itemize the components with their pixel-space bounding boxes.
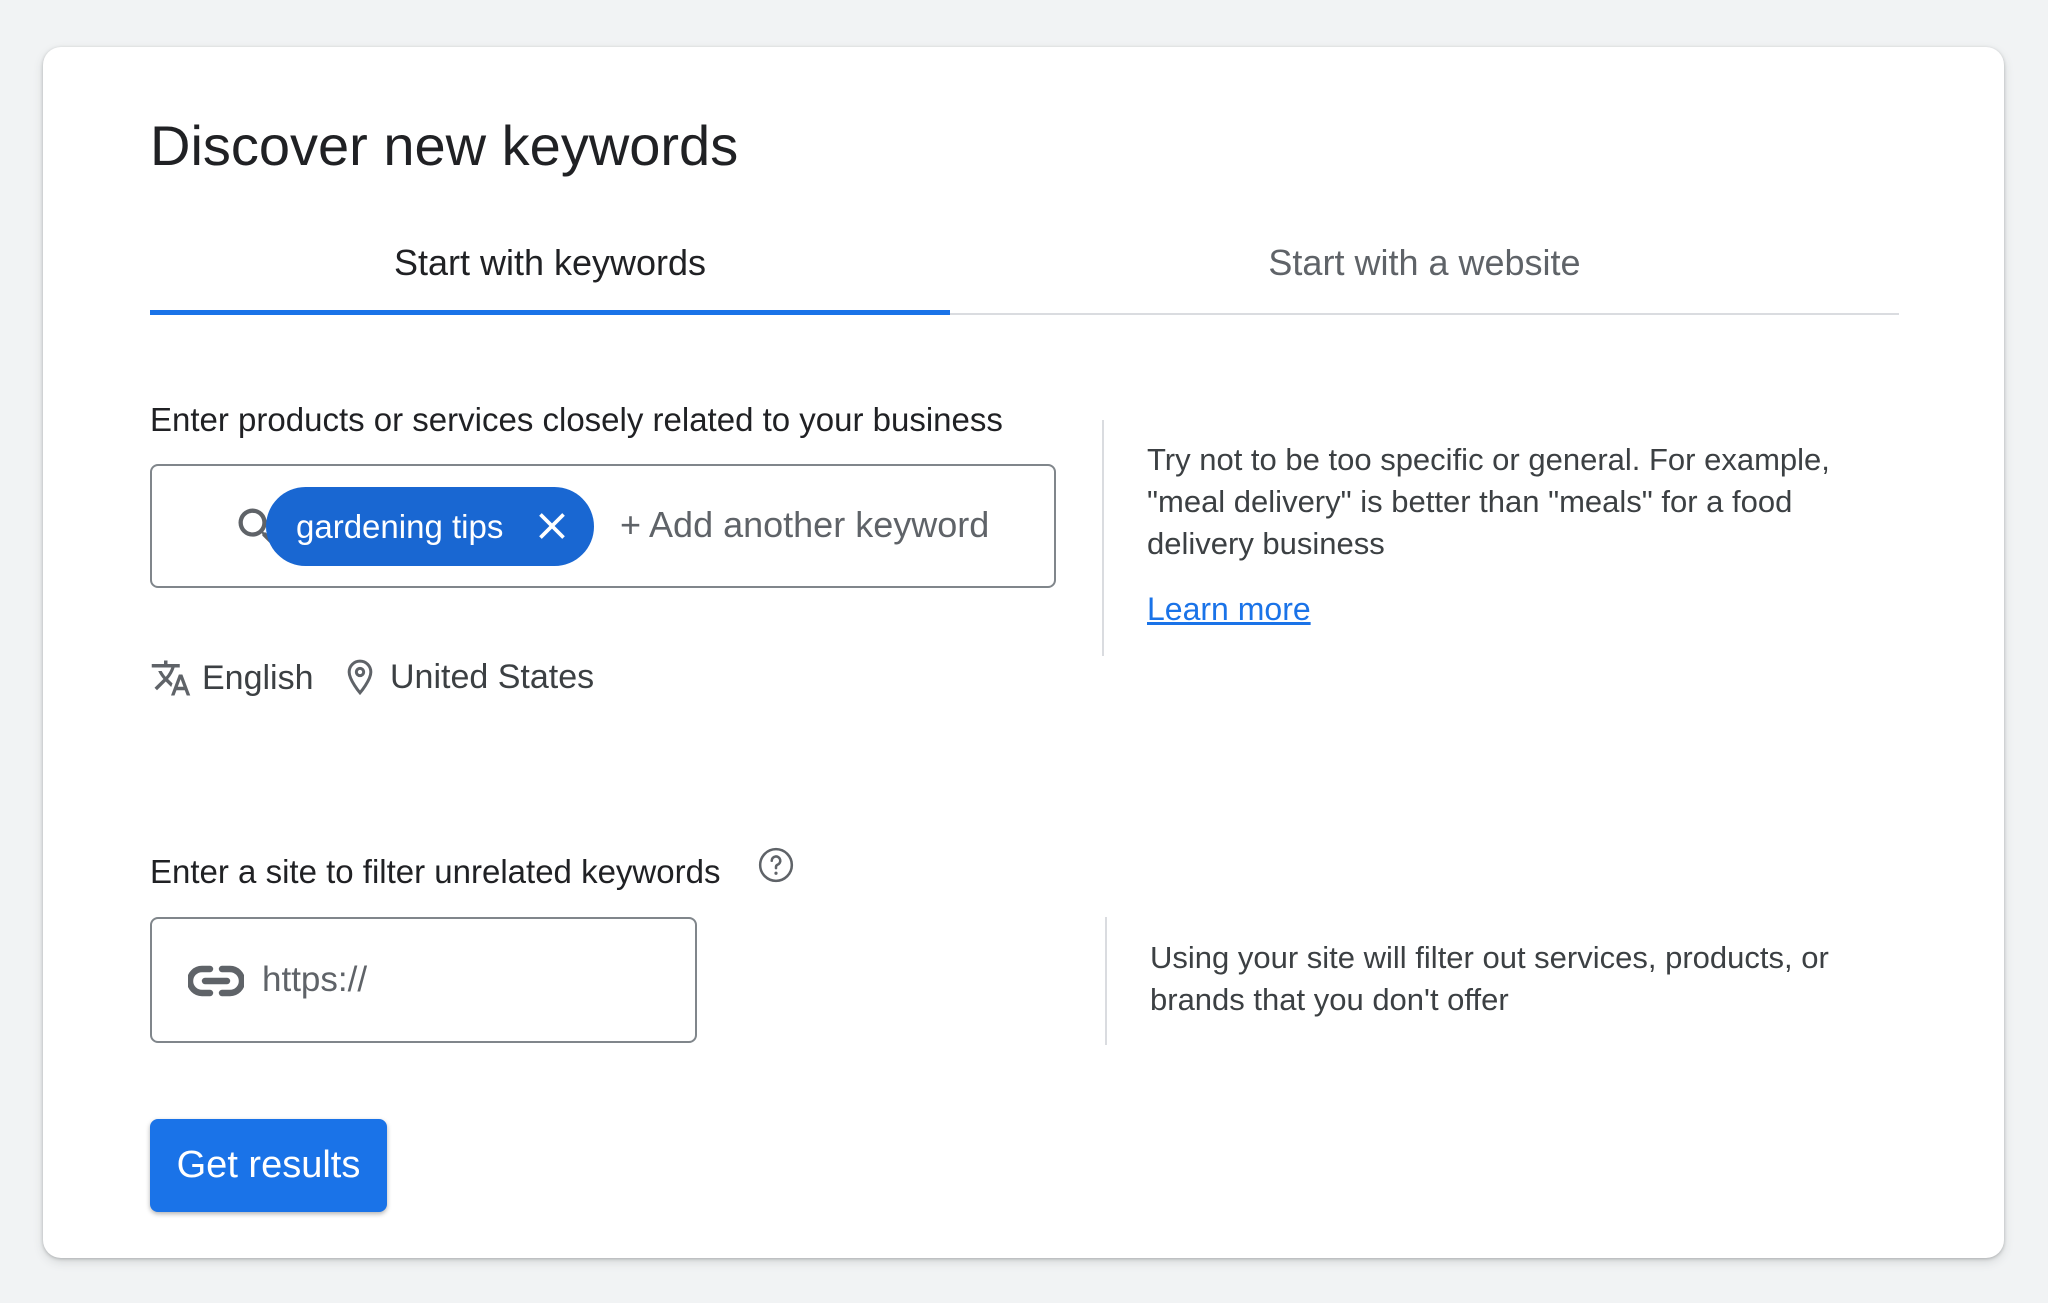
vertical-divider: [1105, 917, 1107, 1045]
site-url-input[interactable]: [262, 955, 662, 1005]
keywords-label: Enter products or services closely relat…: [150, 401, 1003, 438]
get-results-button[interactable]: Get results: [150, 1119, 387, 1212]
site-url-field[interactable]: [150, 917, 697, 1043]
learn-more-link[interactable]: Learn more: [1147, 591, 1311, 628]
tab-active-indicator: [150, 310, 950, 315]
tab-start-with-keywords[interactable]: Start with keywords: [150, 215, 950, 311]
close-icon[interactable]: [530, 504, 574, 548]
discover-keywords-card: Discover new keywords Start with keyword…: [43, 47, 2004, 1258]
location-value: United States: [390, 657, 595, 696]
keywords-help-text: Try not to be too specific or general. F…: [1147, 442, 1830, 561]
keywords-input[interactable]: gardening tips + Add another keyword: [150, 464, 1056, 588]
site-help-text: Using your site will filter out services…: [1150, 940, 1829, 1017]
link-icon: [188, 965, 244, 997]
language-selector[interactable]: English: [150, 657, 314, 699]
site-filter-label: Enter a site to filter unrelated keyword…: [150, 853, 721, 890]
page-title: Discover new keywords: [150, 114, 739, 177]
language-value: English: [202, 658, 314, 697]
keyword-chip-label: gardening tips: [296, 507, 504, 545]
help-circle-icon[interactable]: [757, 846, 795, 884]
tab-start-with-website[interactable]: Start with a website: [950, 215, 1899, 311]
vertical-divider: [1102, 420, 1104, 656]
translate-icon: [151, 660, 191, 696]
add-keyword-placeholder[interactable]: + Add another keyword: [620, 504, 989, 546]
location-selector[interactable]: United States: [340, 657, 594, 697]
keyword-chip: gardening tips: [266, 487, 594, 566]
location-pin-icon: [347, 659, 373, 696]
